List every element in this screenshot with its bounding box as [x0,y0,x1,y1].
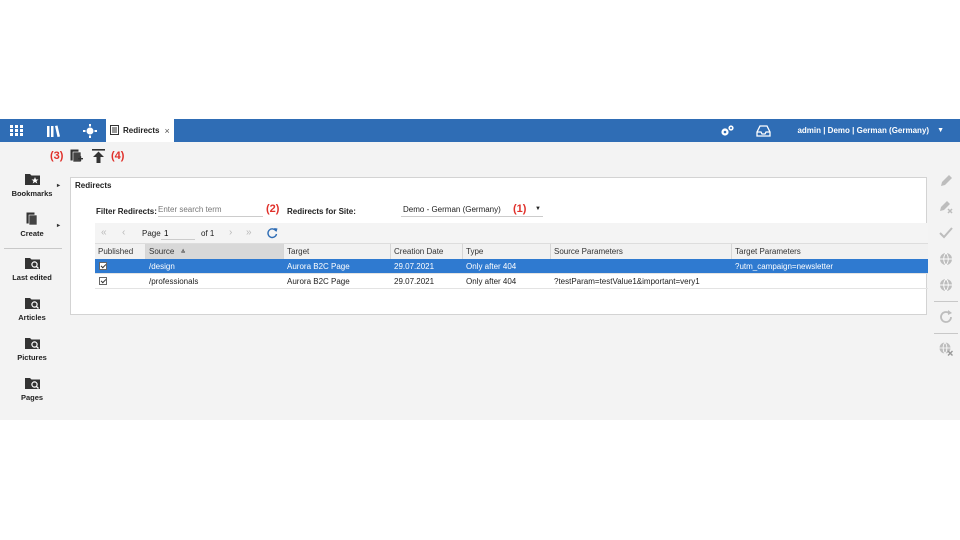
sidebar-item-label: Bookmarks [11,189,53,198]
tab-close-icon[interactable]: × [164,126,169,136]
checkmark-icon[interactable] [938,225,954,241]
last-page-icon[interactable]: » [246,227,252,238]
tab-redirects[interactable]: Redirects × [106,119,174,142]
left-sidebar: Bookmarks ▸ Create ▸ Last edited Article… [0,142,64,420]
column-header-source[interactable]: Source ≜ [146,244,284,259]
source-cell: /professionals [149,277,199,286]
published-checkbox-cell[interactable] [95,259,146,274]
page-label: Page [142,229,161,238]
sidebar-item-pictures[interactable]: Pictures [0,336,64,362]
new-redirect-button[interactable] [70,149,84,163]
globe-withdraw-icon[interactable] [938,277,954,293]
column-header-type[interactable]: Type [463,244,551,259]
page-count: of 1 [201,229,215,238]
pictures-folder-icon [24,338,40,349]
sidebar-item-label: Articles [18,313,46,322]
target-parameters-cell: ?utm_campaign=newsletter [735,262,834,271]
sidebar-item-pages[interactable]: Pages [0,376,64,402]
redirects-panel: Redirects Filter Redirects: (2) Redirect… [70,177,928,315]
edit-cancel-icon[interactable] [938,199,954,215]
column-header-published[interactable]: Published [95,244,146,259]
chevron-down-icon: ▼ [937,127,944,134]
pages-folder-icon [24,378,40,389]
panel-title: Redirects [75,181,112,190]
next-page-icon[interactable]: › [229,227,232,238]
app-window: Redirects × admin | Demo | German (Germa… [0,119,960,420]
table-header: Published Source ≜ Target Creation Date … [95,244,928,259]
top-bar: Redirects × admin | Demo | German (Germa… [0,119,960,142]
site-navigator-icon[interactable] [81,119,99,142]
sort-ascending-icon: ≜ [180,250,186,256]
column-header-source-parameters[interactable]: Source Parameters [551,244,732,259]
chevron-down-icon: ▼ [535,206,541,212]
globe-delete-icon[interactable] [938,341,954,357]
site-label: Redirects for Site: [287,207,356,216]
document-icon [110,124,119,137]
previous-page-icon[interactable]: ‹ [122,227,125,238]
search-input[interactable] [158,203,263,217]
refresh-icon[interactable] [266,227,278,241]
redirects-table: Published Source ≜ Target Creation Date … [95,244,928,289]
paging-toolbar: « ‹ Page of 1 › » [95,223,928,244]
user-menu[interactable]: admin | Demo | German (Germany) ▼ [797,119,944,142]
sidebar-item-articles[interactable]: Articles [0,296,64,322]
sidebar-divider [4,248,62,249]
sidebar-item-create[interactable]: Create ▸ [0,212,64,238]
sync-icon[interactable] [938,309,954,325]
type-cell: Only after 404 [466,277,517,286]
annotation-4: (4) [111,150,125,162]
upload-button[interactable] [92,149,106,163]
target-cell: Aurora B2C Page [287,262,350,271]
checkbox-checked-icon[interactable] [99,277,107,285]
toolbar-divider [934,333,958,334]
type-cell: Only after 404 [466,262,517,271]
column-header-target-parameters[interactable]: Target Parameters [732,244,928,259]
upload-icon [92,149,105,163]
table-row[interactable]: /design Aurora B2C Page 29.07.2021 Only … [95,259,928,274]
target-parameters-cell [732,274,928,289]
creation-date-cell: 29.07.2021 [394,262,435,271]
gears-icon[interactable] [719,119,735,142]
chevron-right-icon: ▸ [56,183,60,189]
articles-folder-icon [24,298,40,309]
toolbar-divider [934,301,958,302]
creation-date-cell: 29.07.2021 [394,277,435,286]
last-edited-folder-icon [24,258,40,269]
published-checkbox-cell[interactable] [95,274,146,289]
source-parameters-cell: ?testParam=testValue1&important=very1 [554,277,700,286]
annotation-1: (1) [513,203,527,215]
page-input[interactable] [161,227,195,240]
target-cell: Aurora B2C Page [287,277,350,286]
table-row[interactable]: /professionals Aurora B2C Page 29.07.202… [95,274,928,289]
source-parameters-cell [551,259,732,274]
site-select-value: Demo - German (Germany) [403,205,501,214]
sidebar-item-label: Create [20,229,44,238]
user-label: admin | Demo | German (Germany) [797,126,930,135]
edit-pen-icon[interactable] [938,173,954,189]
apps-grid-icon[interactable] [7,119,25,142]
chevron-right-icon: ▸ [56,223,60,229]
globe-icon[interactable] [938,251,954,267]
column-header-label: Source [149,247,175,256]
sidebar-item-bookmarks[interactable]: Bookmarks ▸ [0,172,64,198]
sidebar-item-label: Last edited [12,273,52,282]
tab-label: Redirects [123,126,160,135]
annotation-2: (2) [266,203,280,215]
first-page-icon[interactable]: « [101,227,107,238]
bookmarks-folder-icon [24,174,40,185]
sidebar-item-label: Pictures [17,353,47,362]
library-icon[interactable] [44,119,62,142]
source-cell: /design [149,262,175,271]
column-header-creation-date[interactable]: Creation Date [391,244,463,259]
filter-label: Filter Redirects: [96,207,157,216]
inbox-icon[interactable] [755,119,771,142]
checkbox-checked-icon[interactable] [99,262,107,270]
create-document-icon [26,212,37,226]
sidebar-item-last-edited[interactable]: Last edited [0,256,64,282]
column-header-target[interactable]: Target [284,244,391,259]
new-document-icon [70,149,83,163]
sidebar-item-label: Pages [20,393,44,402]
right-toolbar [930,169,960,419]
